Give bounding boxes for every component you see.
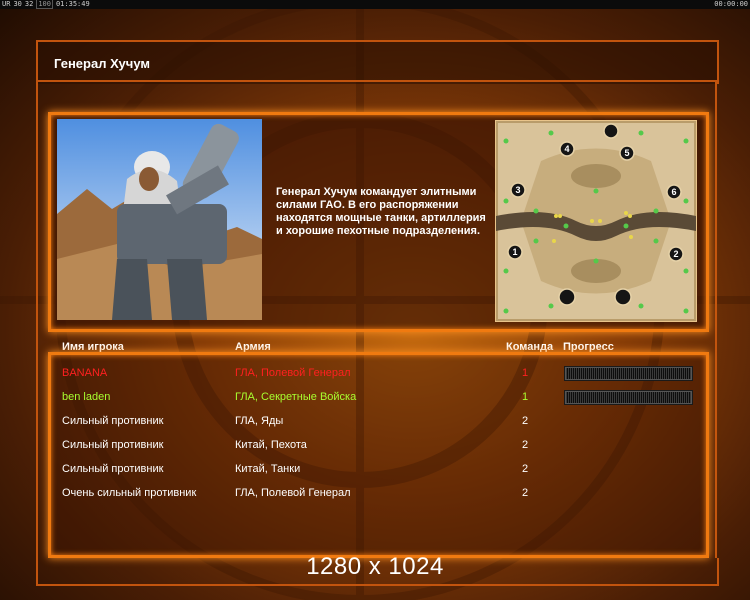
player-name: BANANA: [62, 367, 108, 379]
player-army: ГЛА, Секретные Войска: [235, 391, 357, 403]
player-row: Сильный противник Китай, Пехота 2: [0, 439, 750, 461]
player-row: Очень сильный противник ГЛА, Полевой Ген…: [0, 487, 750, 509]
fps-b: 32: [24, 0, 34, 8]
general-description: Генерал Хучум командует элитными силами …: [276, 186, 486, 237]
start-position-6-label: 6: [671, 187, 676, 197]
player-name: Очень сильный противник: [62, 487, 197, 499]
player-row: Сильный противник ГЛА, Яды 2: [0, 415, 750, 437]
player-name: Сильный противник: [62, 439, 164, 451]
player-army: ГЛА, Полевой Генерал: [235, 487, 351, 499]
status-bar: UR 30 32 100 01:35:49 00:00:00: [0, 0, 750, 9]
player-name: Сильный противник: [62, 415, 164, 427]
player-team: 2: [522, 463, 529, 475]
fps-c: 100: [36, 0, 53, 9]
player-team: 1: [522, 391, 529, 403]
progress-bar: [564, 366, 693, 381]
player-name: ben laden: [62, 391, 111, 403]
player-row: BANANA ГЛА, Полевой Генерал 1: [0, 366, 750, 389]
player-team: 1: [522, 367, 529, 379]
start-position-1-label: 1: [512, 247, 517, 257]
timer: 00:00:00: [714, 0, 748, 8]
general-title: Генерал Хучум: [54, 56, 151, 71]
progress-bar: [564, 390, 693, 405]
player-team: 2: [522, 439, 529, 451]
player-army: ГЛА, Полевой Генерал: [235, 367, 351, 379]
start-position-2-label: 2: [673, 249, 678, 259]
resolution-label: 1280 x 1024: [306, 553, 444, 580]
player-name: Сильный противник: [62, 463, 164, 475]
minimap: 1 2 3 4 5 6: [494, 119, 698, 323]
player-army: Китай, Танки: [235, 463, 301, 475]
fps-label: UR: [2, 0, 11, 8]
start-position-5-label: 5: [624, 148, 629, 158]
player-army: ГЛА, Яды: [235, 415, 284, 427]
player-row: ben laden ГЛА, Секретные Войска 1: [0, 390, 750, 413]
general-portrait: [57, 119, 262, 320]
player-army: Китай, Пехота: [235, 439, 307, 451]
clock: 01:35:49: [55, 0, 90, 8]
player-row: Сильный противник Китай, Танки 2: [0, 463, 750, 485]
header-divider: [36, 80, 717, 82]
start-position-3-label: 3: [515, 185, 520, 195]
fps-a: 30: [13, 0, 22, 8]
player-team: 2: [522, 487, 529, 499]
start-position-4-label: 4: [564, 144, 569, 154]
player-team: 2: [522, 415, 529, 427]
